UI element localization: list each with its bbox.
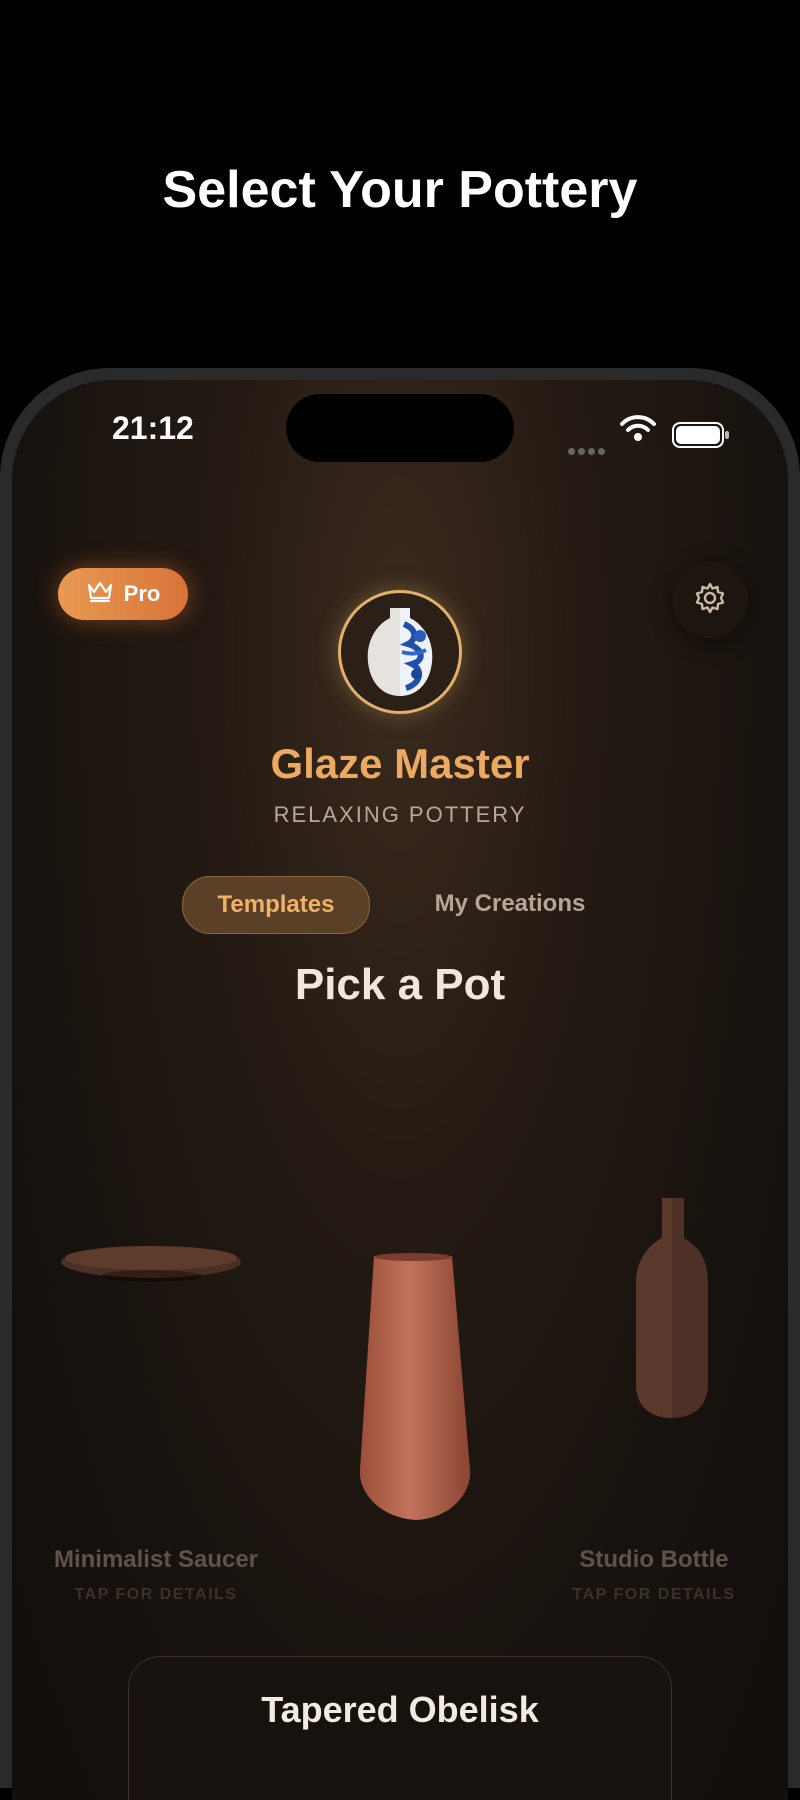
app-subtitle: RELAXING POTTERY xyxy=(273,802,527,827)
pot-hint-studio-bottle: TAP FOR DETAILS xyxy=(572,1586,736,1603)
page-headline: Select Your Pottery xyxy=(162,161,638,219)
pot-label-minimalist-saucer: Minimalist Saucer xyxy=(53,1546,259,1573)
gear-icon xyxy=(693,581,727,620)
obelisk-image xyxy=(359,1253,471,1520)
pot-item-tapered-obelisk[interactable] xyxy=(344,1250,484,1535)
tab-my-creations[interactable]: My Creations xyxy=(410,876,610,932)
bottle-image xyxy=(636,1198,708,1418)
pot-item-studio-bottle[interactable] xyxy=(622,1194,722,1429)
phone-frame: 21:12 Pro Glaze Master RELAXING POTTERY … xyxy=(0,368,800,1800)
pot-item-minimalist-saucer[interactable] xyxy=(56,1236,246,1301)
selected-pot-card[interactable]: Tapered Obelisk xyxy=(128,1656,672,1800)
pot-hint-minimalist-saucer: TAP FOR DETAILS xyxy=(74,1586,238,1603)
dynamic-island xyxy=(286,394,514,462)
pot-label-studio-bottle: Studio Bottle xyxy=(579,1546,729,1573)
selected-pot-title: Tapered Obelisk xyxy=(261,1689,539,1730)
app-title: Glaze Master xyxy=(270,740,530,787)
pro-button[interactable]: Pro xyxy=(58,568,188,620)
pro-label: Pro xyxy=(123,581,161,606)
status-time: 21:12 xyxy=(112,410,194,446)
section-title: Pick a Pot xyxy=(294,960,506,1009)
app-screen: 21:12 Pro Glaze Master RELAXING POTTERY … xyxy=(12,380,788,1800)
wifi-icon xyxy=(620,414,656,447)
settings-button[interactable] xyxy=(672,562,748,638)
cellular-signal-icon xyxy=(568,442,608,460)
battery-icon xyxy=(672,422,729,448)
app-logo xyxy=(338,590,462,714)
crown-icon xyxy=(86,579,114,609)
vase-logo-icon xyxy=(367,608,433,696)
tab-templates[interactable]: Templates xyxy=(182,876,370,934)
saucer-image xyxy=(61,1246,241,1282)
